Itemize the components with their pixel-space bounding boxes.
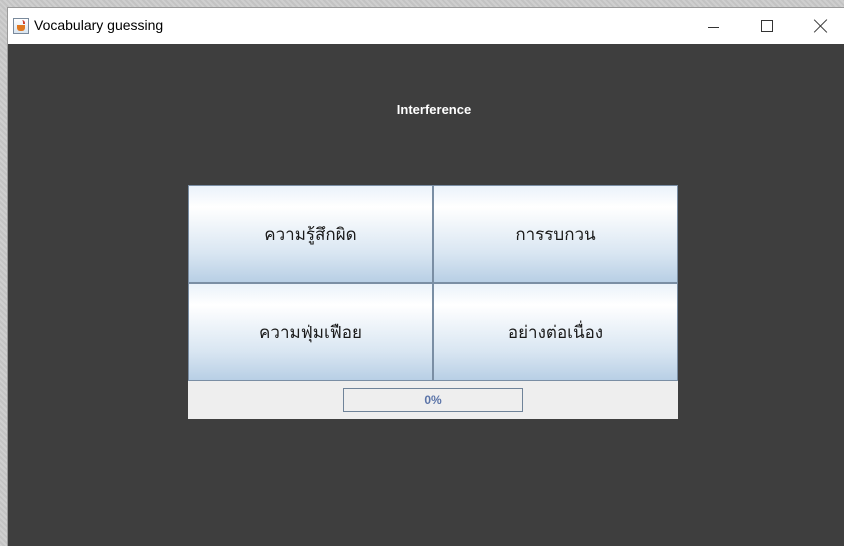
progress-bar: 0%: [343, 388, 523, 412]
maximize-icon: [761, 20, 773, 32]
answer-button-1[interactable]: ความรู้สึกผิด: [188, 185, 433, 283]
title-bar[interactable]: Vocabulary guessing: [8, 8, 844, 44]
quiz-word: Interference: [396, 102, 472, 117]
close-button[interactable]: [798, 8, 844, 44]
maximize-button[interactable]: [744, 8, 790, 44]
java-coffee-cup-icon: [13, 18, 29, 34]
answer-grid: ความรู้สึกผิด การรบกวน ความฟุ่มเฟือย อย่…: [188, 185, 678, 381]
app-window: Vocabulary guessing Interference ความรู้…: [8, 8, 844, 546]
answer-button-2[interactable]: การรบกวน: [433, 185, 678, 283]
minimize-button[interactable]: [690, 8, 736, 44]
answer-button-4[interactable]: อย่างต่อเนื่อง: [433, 283, 678, 381]
close-icon: [814, 19, 828, 33]
window-title: Vocabulary guessing: [34, 17, 164, 33]
quiz-panel: Interference ความรู้สึกผิด การรบกวน ความ…: [8, 44, 844, 546]
status-bar: 0%: [188, 381, 678, 419]
progress-label: 0%: [424, 393, 442, 407]
minimize-icon: [707, 26, 719, 28]
answer-button-3[interactable]: ความฟุ่มเฟือย: [188, 283, 433, 381]
